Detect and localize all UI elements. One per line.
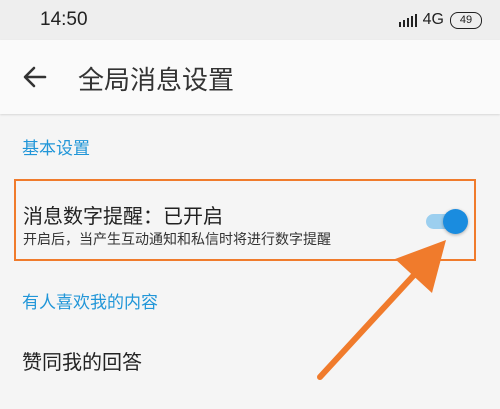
list-item-upvoted-answer[interactable]: 赞同我的回答 (22, 346, 142, 375)
status-indicators: 4G 49 (398, 9, 482, 31)
arrow-left-icon (23, 66, 47, 88)
battery-icon: 49 (450, 11, 482, 29)
app-header: 全局消息设置 (0, 40, 500, 114)
section-heading-basic: 基本设置 (22, 139, 90, 159)
setting-description: 开启后，当产生互动通知和私信时将进行数字提醒 (23, 232, 331, 248)
status-bar: 14:50 4G 49 (0, 0, 500, 40)
setting-title: 消息数字提醒：已开启 (23, 204, 223, 228)
setting-row-message-badge[interactable]: 消息数字提醒：已开启 开启后，当产生互动通知和私信时将进行数字提醒 (14, 179, 476, 261)
signal-icon (398, 13, 417, 27)
annotation-arrow-shaft (317, 272, 417, 380)
page-title: 全局消息设置 (78, 66, 235, 96)
back-button[interactable] (18, 60, 52, 94)
toggle-thumb (443, 209, 468, 234)
status-time: 14:50 (40, 9, 88, 30)
network-label: 4G (422, 11, 444, 28)
message-badge-toggle[interactable] (426, 209, 468, 235)
section-heading-liked: 有人喜欢我的内容 (22, 293, 158, 313)
battery-level: 49 (459, 13, 473, 26)
